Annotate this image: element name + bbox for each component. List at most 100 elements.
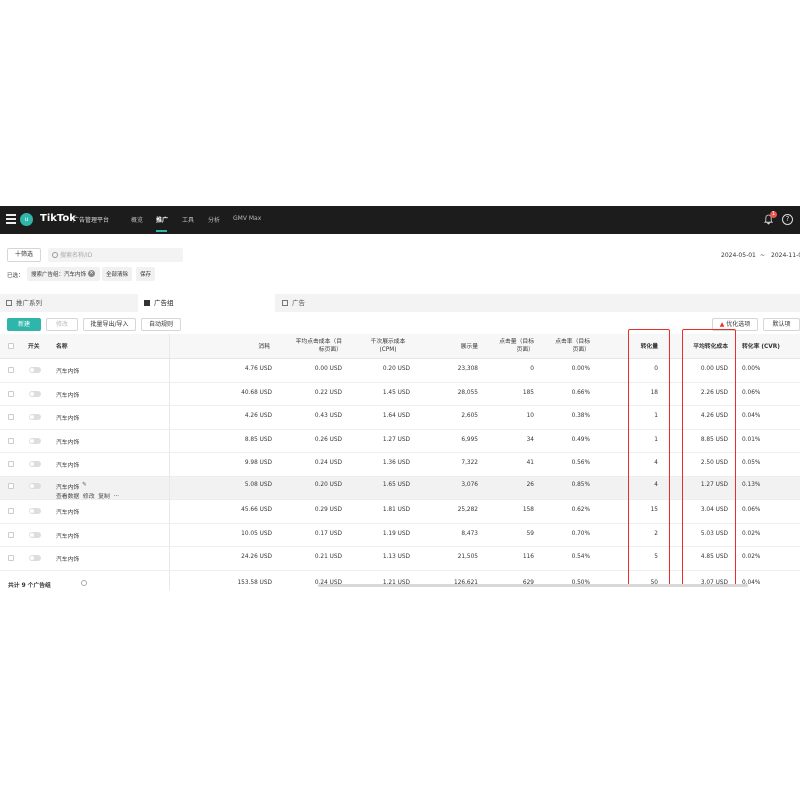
ad-group-name[interactable]: 汽车内饰 (56, 366, 79, 375)
status-toggle[interactable] (29, 461, 41, 467)
table-row[interactable]: 汽车内饰 4.76 USD 0.00 USD 0.20 USD 23,308 0 0.00%… (0, 359, 800, 383)
cell-cpc: 0.29 USD (314, 507, 342, 513)
table-row[interactable]: 汽车内饰 40.68 USD 0.22 USD 1.45 USD 28,055 185 0.… (0, 382, 800, 406)
cpa-highlight-box (682, 329, 736, 587)
row-checkbox[interactable] (8, 461, 14, 467)
status-toggle[interactable] (29, 508, 41, 514)
cell-cvr: 0.05% (742, 460, 761, 466)
edit-link[interactable]: 修改 (83, 494, 95, 500)
status-toggle[interactable] (29, 482, 41, 489)
horizontal-scrollbar[interactable] (318, 584, 748, 587)
table-row[interactable]: 汽车内饰 ✎ 查看数据 修改 复制 ··· 5.08 USD 0.20 USD 1.65 … (0, 476, 800, 500)
save-filter-button[interactable]: 保存 (136, 267, 156, 281)
nav-tools[interactable]: 工具 (182, 215, 194, 224)
cell-cpm: 1.65 USD (382, 481, 410, 488)
remove-chip-icon[interactable]: × (88, 270, 95, 277)
cell-cvr: 0.00% (742, 366, 761, 372)
cell-cpc: 0.00 USD (314, 366, 342, 372)
level-tabs: 推广系列 广告组 广告 (0, 294, 800, 312)
row-checkbox[interactable] (8, 390, 14, 397)
status-toggle[interactable] (29, 414, 41, 420)
col-ctr[interactable]: 点击率（目标页面） (550, 338, 590, 354)
new-button[interactable]: 新建 (7, 318, 41, 331)
cell-cpc: 0.24 USD (314, 460, 342, 466)
hamburger-menu-icon[interactable] (6, 214, 16, 226)
cell-spend: 24.26 USD (241, 554, 272, 560)
table-row[interactable]: 汽车内饰 8.85 USD 0.26 USD 1.27 USD 6,995 34 0.49%… (0, 429, 800, 453)
tab-ads[interactable]: 广告 (276, 294, 413, 312)
search-icon (52, 252, 58, 258)
col-cpc[interactable]: 平均点击成本（目标页面） (290, 338, 342, 354)
row-checkbox[interactable] (8, 367, 14, 373)
row-checkbox[interactable] (8, 414, 14, 420)
table-row[interactable]: 汽车内饰 45.66 USD 0.29 USD 1.81 USD 25,282 158 0.… (0, 500, 800, 524)
cell-clicks: 185 (522, 389, 534, 396)
col-cvr[interactable]: 转化率 (CVR) (742, 343, 800, 351)
copy-link[interactable]: 复制 (98, 494, 110, 500)
cell-clicks: 41 (526, 460, 534, 466)
edit-name-icon[interactable]: ✎ (82, 482, 87, 488)
col-switch: 开关 (28, 344, 40, 350)
tab-ad-groups[interactable]: 广告组 (138, 294, 275, 312)
ad-group-name[interactable]: 汽车内饰 (56, 507, 79, 516)
col-cpm[interactable]: 千次展示成本 (CPM) (366, 338, 410, 354)
cell-clicks: 26 (526, 481, 534, 488)
row-checkbox[interactable] (8, 437, 14, 444)
cell-spend: 40.68 USD (241, 389, 272, 396)
cell-clicks: 0 (530, 366, 534, 372)
ad-group-name[interactable]: 汽车内饰 (56, 460, 79, 469)
nav-analytics[interactable]: 分析 (208, 215, 220, 224)
status-toggle[interactable] (29, 437, 41, 444)
ad-group-name[interactable]: 汽车内饰 (56, 390, 79, 399)
nav-overview[interactable]: 概览 (131, 215, 143, 224)
default-view-button[interactable]: 默认项 (763, 318, 800, 331)
edit-button[interactable]: 修改 (46, 318, 78, 331)
cell-cpc: 0.43 USD (314, 413, 342, 419)
table-row[interactable]: 汽车内饰 10.05 USD 0.17 USD 1.19 USD 8,473 59 0.70… (0, 523, 800, 547)
date-end[interactable]: 2024-11-0 (771, 252, 800, 259)
row-checkbox[interactable] (8, 531, 14, 538)
ad-group-name[interactable]: 汽车内饰 (56, 531, 79, 540)
status-toggle[interactable] (29, 531, 41, 538)
table-row[interactable]: 汽车内饰 24.26 USD 0.21 USD 1.13 USD 21,505 116 0.… (0, 547, 800, 571)
cell-ctr: 0.54% (571, 554, 590, 560)
help-icon[interactable]: ? (782, 214, 793, 225)
ad-group-name[interactable]: 汽车内饰 (56, 482, 79, 491)
selected-label: 已选： (7, 273, 24, 279)
col-impressions[interactable]: 展示量 (440, 343, 478, 351)
select-all-checkbox[interactable] (8, 343, 14, 349)
row-checkbox[interactable] (8, 482, 14, 489)
ad-group-name[interactable]: 汽车内饰 (56, 413, 79, 422)
avatar[interactable]: u (20, 213, 33, 226)
tab-campaigns-label: 推广系列 (16, 299, 42, 307)
col-clicks[interactable]: 点击量（目标页面） (494, 338, 534, 354)
tab-campaigns[interactable]: 推广系列 (0, 294, 138, 312)
search-input[interactable] (48, 248, 183, 262)
status-toggle[interactable] (29, 555, 41, 561)
cell-impressions: 21,505 (457, 554, 478, 560)
row-checkbox[interactable] (8, 508, 14, 514)
cell-ctr: 0.66% (571, 389, 590, 396)
filter-button[interactable]: 十筛选 (7, 248, 41, 262)
bulk-export-import-button[interactable]: 批量导出/导入 (83, 318, 136, 331)
nav-gmv-max[interactable]: GMV Max (233, 215, 261, 222)
col-spend[interactable]: 消耗 (230, 343, 270, 351)
row-checkbox[interactable] (8, 555, 14, 561)
date-start[interactable]: 2024-05-01 (721, 252, 756, 259)
clear-all-button[interactable]: 全部清除 (102, 267, 133, 281)
info-icon[interactable] (81, 579, 87, 586)
status-toggle[interactable] (29, 367, 41, 373)
table-row[interactable]: 汽车内饰 4.26 USD 0.43 USD 1.64 USD 2,605 10 0.38%… (0, 406, 800, 430)
cell-impressions: 28,055 (457, 389, 478, 396)
view-data-link[interactable]: 查看数据 (56, 494, 79, 500)
table-row[interactable]: 汽车内饰 9.98 USD 0.24 USD 1.36 USD 7,322 41 0.56%… (0, 453, 800, 477)
cell-clicks: 158 (522, 507, 534, 513)
more-icon[interactable]: ··· (113, 494, 119, 500)
ad-group-name[interactable]: 汽车内饰 (56, 554, 79, 563)
ad-group-name[interactable]: 汽车内饰 (56, 437, 79, 446)
auto-rules-button[interactable]: 自动规则 (141, 318, 181, 331)
tiktok-logo[interactable]: TikTok (40, 213, 76, 224)
nav-promote[interactable]: 推广 (156, 215, 168, 224)
status-toggle[interactable] (29, 390, 41, 397)
total-spend: 153.58 USD (237, 579, 272, 586)
